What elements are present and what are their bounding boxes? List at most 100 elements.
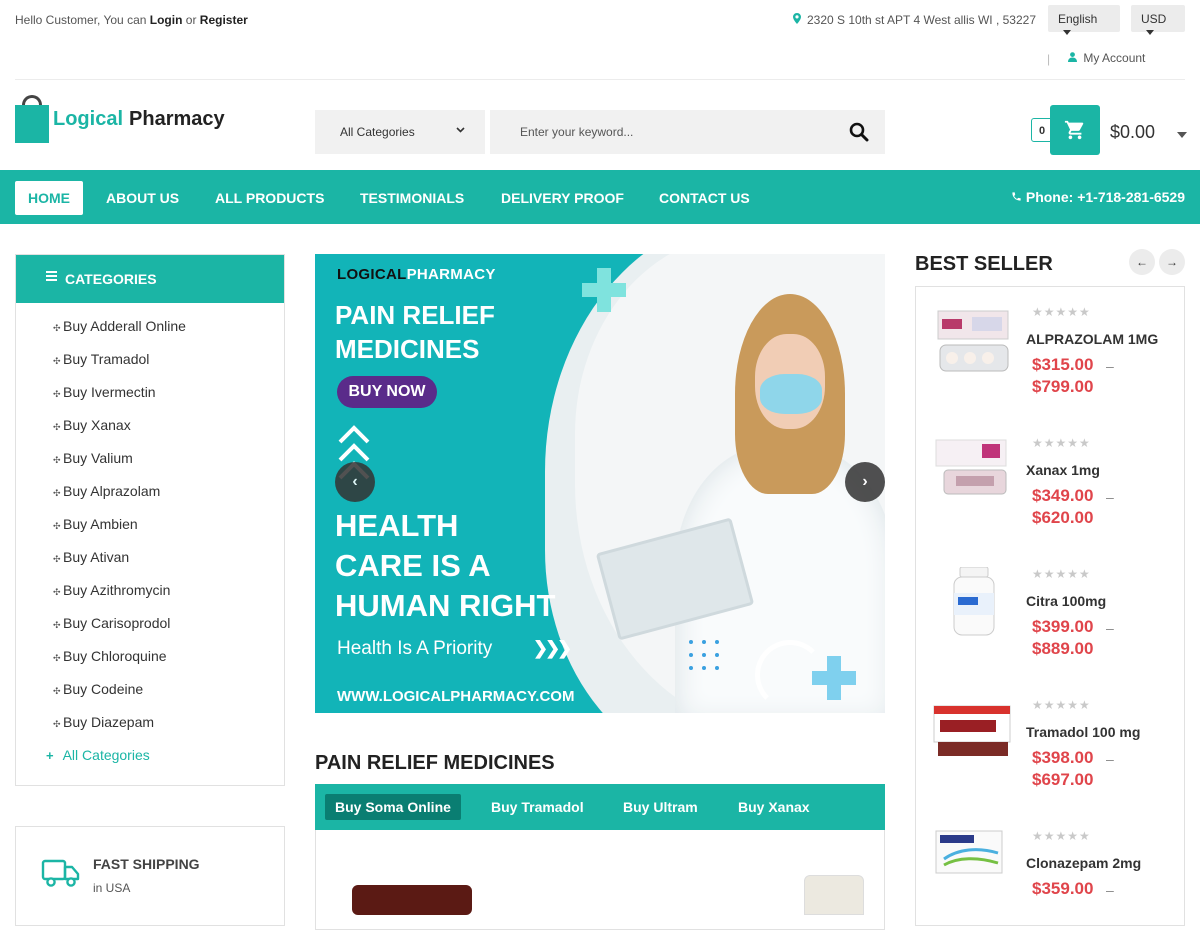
category-item[interactable]: ✣ Buy Azithromycin <box>16 576 284 609</box>
product-image[interactable] <box>804 875 864 915</box>
caret-down-icon <box>1063 30 1071 35</box>
map-marker-icon <box>792 13 804 27</box>
slider-next-button[interactable]: › <box>845 462 885 502</box>
user-icon <box>1068 51 1080 65</box>
separator: | <box>1047 52 1051 66</box>
caret-down-icon <box>1146 30 1154 35</box>
category-item[interactable]: ✣ Buy Codeine <box>16 675 284 708</box>
product-card[interactable]: ★★★★★ Clonazepam 2mg $359.00 – <box>916 811 1184 925</box>
rating-stars: ★★★★★ <box>1032 436 1091 450</box>
hero-banner[interactable]: LOGICALPHARMACY PAIN RELIEF MEDICINES BUY… <box>315 254 885 713</box>
nav-delivery-proof[interactable]: DELIVERY PROOF <box>501 190 624 206</box>
arrow-right-icon[interactable]: → <box>1159 249 1185 275</box>
category-item[interactable]: ✣ Buy Diazepam <box>16 708 284 741</box>
category-item[interactable]: ✣ Buy Carisoprodol <box>16 609 284 642</box>
category-item[interactable]: ✣ Buy Adderall Online <box>16 312 284 345</box>
nav-all-products[interactable]: ALL PRODUCTS <box>215 190 324 206</box>
search-input[interactable] <box>490 110 820 154</box>
product-name[interactable]: Clonazepam 2mg <box>1026 855 1141 871</box>
product-image <box>935 439 1007 495</box>
register-link[interactable]: Register <box>200 13 248 27</box>
bullet-icon: ✣ <box>53 389 61 399</box>
price-separator: – <box>1106 882 1114 898</box>
nav-contact-us[interactable]: CONTACT US <box>659 190 750 206</box>
category-item[interactable]: ✣ Buy Alprazolam <box>16 477 284 510</box>
chevron-down-icon <box>456 123 465 137</box>
product-image <box>937 310 1009 372</box>
product-tabs: Buy Soma Online Buy Tramadol Buy Ultram … <box>315 784 885 830</box>
tab-buy-soma-online[interactable]: Buy Soma Online <box>325 794 461 820</box>
bullet-icon: ✣ <box>53 455 61 465</box>
rating-stars: ★★★★★ <box>1032 567 1091 581</box>
my-account-link[interactable]: My Account <box>1068 51 1145 65</box>
category-item[interactable]: ✣ Buy Ambien <box>16 510 284 543</box>
all-categories-link[interactable]: + All Categories <box>16 741 284 774</box>
banner-figure-mask <box>760 374 822 414</box>
banner-headline: PAIN RELIEF MEDICINES <box>335 300 495 364</box>
price-high: $889.00 <box>1032 639 1094 658</box>
price-separator: – <box>1106 751 1114 767</box>
currency-dropdown[interactable]: USD <box>1131 5 1185 35</box>
bullet-icon: ✣ <box>53 521 61 531</box>
category-item[interactable]: ✣ Buy Ativan <box>16 543 284 576</box>
shopping-bag-icon <box>15 95 51 143</box>
categories-panel: CATEGORIES ✣ Buy Adderall Online ✣ Buy Tra… <box>15 254 285 786</box>
nav-about-us[interactable]: ABOUT US <box>106 190 179 206</box>
product-image <box>935 830 1003 874</box>
cart-total[interactable]: $0.00 <box>1110 122 1155 143</box>
category-select-value: All Categories <box>340 125 415 139</box>
chevrons-right-icon: ❯❯❯ <box>533 638 572 658</box>
search-icon[interactable] <box>849 122 869 142</box>
arrow-left-icon[interactable]: ← <box>1129 249 1155 275</box>
store-address: 2320 S 10th st APT 4 West allis WI , 532… <box>792 13 1036 27</box>
categories-header: CATEGORIES <box>16 255 284 303</box>
best-seller-title: BEST SELLER <box>915 253 1053 275</box>
nav-testimonials[interactable]: TESTIMONIALS <box>360 190 464 206</box>
product-name[interactable]: ALPRAZOLAM 1MG <box>1026 331 1158 347</box>
menu-icon <box>46 271 57 283</box>
product-card[interactable]: ★★★★★ Tramadol 100 mg $398.00 – $697.00 <box>916 680 1184 811</box>
product-name[interactable]: Tramadol 100 mg <box>1026 724 1140 740</box>
login-link[interactable]: Login <box>150 13 183 27</box>
product-card[interactable]: ★★★★★ Citra 100mg $399.00 – $889.00 <box>916 549 1184 680</box>
price-separator: – <box>1106 358 1114 374</box>
buy-now-button[interactable]: BUY NOW <box>337 376 437 408</box>
section-title: PAIN RELIEF MEDICINES <box>315 752 555 774</box>
product-card[interactable]: ★★★★★ ALPRAZOLAM 1MG $315.00 – $799.00 <box>916 287 1184 418</box>
product-card[interactable]: ★★★★★ Xanax 1mg $349.00 – $620.00 <box>916 418 1184 549</box>
site-logo[interactable]: Logical Pharmacy <box>15 95 225 143</box>
caret-down-icon[interactable] <box>1177 132 1187 138</box>
cart-button[interactable] <box>1050 105 1100 155</box>
banner-slogan: HEALTH CARE IS A HUMAN RIGHT <box>335 508 556 623</box>
slider-prev-button[interactable]: ‹ <box>335 462 375 502</box>
search-bar <box>490 110 885 154</box>
cart-icon <box>1064 120 1084 140</box>
category-select[interactable]: All Categories <box>315 110 485 154</box>
product-name[interactable]: Xanax 1mg <box>1026 462 1100 478</box>
category-item[interactable]: ✣ Buy Xanax <box>16 411 284 444</box>
tab-buy-ultram[interactable]: Buy Ultram <box>623 799 698 815</box>
phone-icon <box>1011 189 1026 205</box>
category-item[interactable]: ✣ Buy Valium <box>16 444 284 477</box>
nav-home[interactable]: HOME <box>15 181 83 215</box>
price-separator: – <box>1106 620 1114 636</box>
bullet-icon: ✣ <box>53 587 61 597</box>
address-text: 2320 S 10th st APT 4 West allis WI , 532… <box>806 13 1036 27</box>
tab-buy-xanax[interactable]: Buy Xanax <box>738 799 810 815</box>
fast-shipping-panel: FAST SHIPPING in USA <box>15 826 285 926</box>
language-dropdown[interactable]: English <box>1048 5 1120 35</box>
tab-buy-tramadol[interactable]: Buy Tramadol <box>491 799 584 815</box>
rating-stars: ★★★★★ <box>1032 698 1091 712</box>
bullet-icon: ✣ <box>53 719 61 729</box>
category-item[interactable]: ✣ Buy Tramadol <box>16 345 284 378</box>
product-name[interactable]: Citra 100mg <box>1026 593 1106 609</box>
bullet-icon: ✣ <box>53 686 61 696</box>
category-item[interactable]: ✣ Buy Ivermectin <box>16 378 284 411</box>
price-low: $399.00 <box>1032 617 1094 636</box>
bullet-icon: ✣ <box>53 356 61 366</box>
product-image[interactable] <box>352 885 472 915</box>
bullet-icon: ✣ <box>53 620 61 630</box>
price-low: $359.00 <box>1032 879 1094 898</box>
category-item[interactable]: ✣ Buy Chloroquine <box>16 642 284 675</box>
or-text: or <box>185 13 197 27</box>
